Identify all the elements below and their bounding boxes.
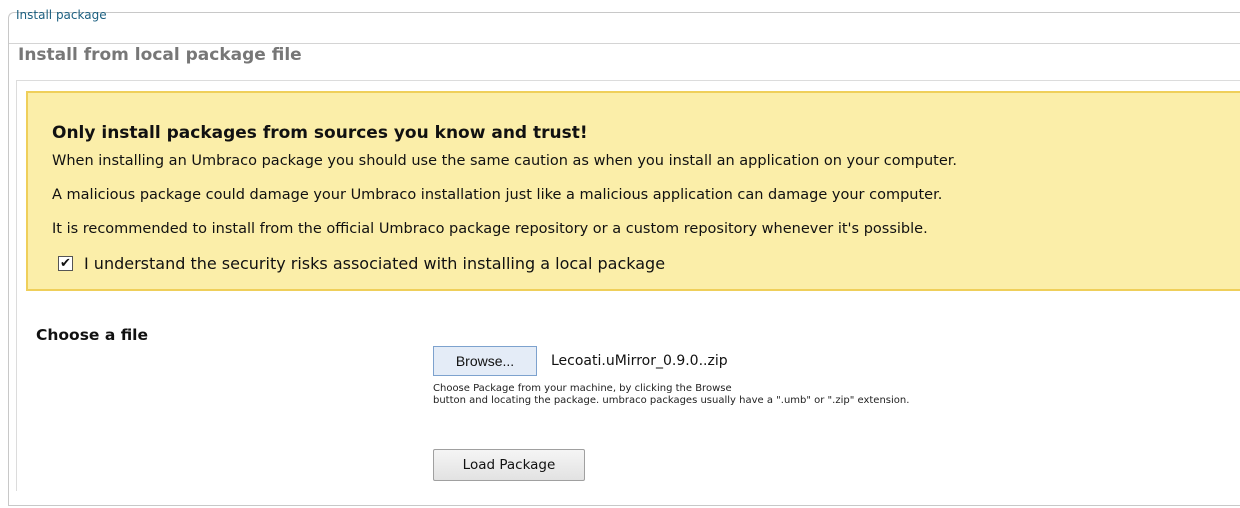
acknowledge-label[interactable]: I understand the security risks associat… xyxy=(84,254,665,273)
security-warning-box: Only install packages from sources you k… xyxy=(26,91,1240,291)
acknowledge-row: ✔ I understand the security risks associ… xyxy=(58,254,665,273)
tab-install-package[interactable]: Install package xyxy=(16,8,107,22)
warning-text-line: It is recommended to install from the of… xyxy=(52,221,928,237)
file-help-line: button and locating the package. umbraco… xyxy=(433,395,910,406)
acknowledge-checkbox[interactable]: ✔ xyxy=(58,256,73,271)
section-title: Install from local package file xyxy=(18,45,302,65)
selected-filename: Lecoati.uMirror_0.9.0..zip xyxy=(551,353,728,369)
tab-bar xyxy=(9,13,1240,44)
warning-text-line: A malicious package could damage your Um… xyxy=(52,187,943,203)
warning-text-line: When installing an Umbraco package you s… xyxy=(52,153,957,169)
file-help-line: Choose Package from your machine, by cli… xyxy=(433,383,732,394)
warning-heading: Only install packages from sources you k… xyxy=(52,123,588,143)
choose-file-label: Choose a file xyxy=(36,326,149,344)
load-package-button[interactable]: Load Package xyxy=(433,449,585,481)
file-help-text: Choose Package from your machine, by cli… xyxy=(433,383,909,407)
browse-button[interactable]: Browse... xyxy=(433,346,537,376)
